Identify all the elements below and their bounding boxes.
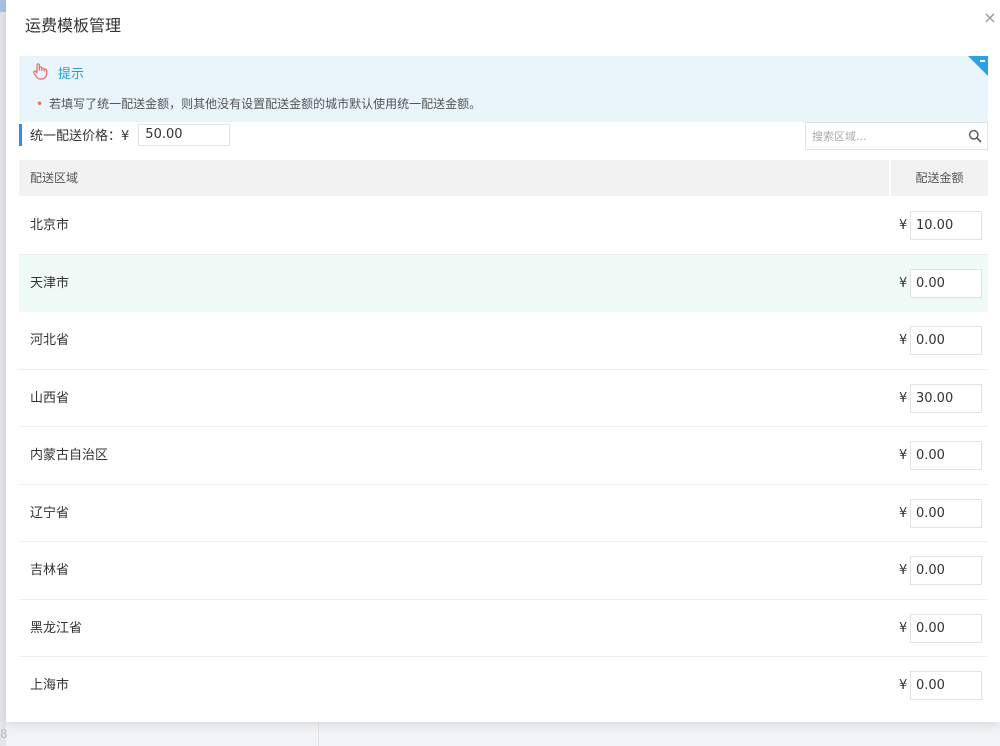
region-name: 河北省 — [30, 333, 70, 348]
uniform-price-marker — [19, 123, 22, 146]
region-name: 辽宁省 — [30, 505, 70, 521]
tip-header: 提示 — [30, 62, 84, 82]
table-row: 吉林省 ¥ — [19, 542, 988, 600]
uniform-price-label: 统一配送价格：¥ — [30, 129, 130, 144]
table-row: 山西省 ¥ — [19, 370, 988, 427]
region-name: 上海市 — [30, 678, 70, 693]
uniform-price-currency: ¥ — [121, 129, 130, 144]
currency-symbol: ¥ — [899, 505, 908, 521]
table-row: 天津市 ¥ — [19, 254, 988, 312]
column-header-region: 配送区域 — [19, 160, 889, 196]
currency-symbol: ¥ — [899, 333, 908, 348]
table-row: 内蒙古自治区 ¥ — [19, 427, 988, 485]
table-row: 河北省 ¥ — [19, 312, 988, 370]
table-row: 北京市 ¥ — [19, 197, 988, 255]
amount-input[interactable] — [910, 441, 982, 470]
region-name: 山西省 — [30, 390, 70, 406]
column-header-amount: 配送金额 — [891, 160, 988, 196]
amount-input[interactable] — [910, 556, 982, 585]
currency-symbol: ¥ — [899, 390, 908, 406]
tip-bullet: • — [36, 97, 44, 111]
background-page-number: 8 — [0, 727, 8, 741]
currency-symbol: ¥ — [899, 678, 908, 693]
tip-corner-badge[interactable] — [968, 56, 988, 76]
region-search-input[interactable] — [806, 123, 961, 149]
amount-input[interactable] — [910, 211, 982, 240]
region-name: 黑龙江省 — [30, 620, 83, 636]
uniform-price-input[interactable] — [138, 123, 231, 146]
table-header: 配送区域 配送金额 — [19, 160, 988, 196]
currency-symbol: ¥ — [899, 275, 908, 291]
region-name: 天津市 — [30, 275, 70, 291]
table-row: 黑龙江省 ¥ — [19, 600, 988, 657]
background-divider — [318, 722, 319, 746]
modal-title: 运费模板管理 — [25, 16, 122, 35]
tip-title: 提示 — [58, 66, 85, 82]
currency-symbol: ¥ — [899, 563, 908, 578]
table-row: 上海市 ¥ — [19, 657, 988, 715]
tip-text: 若填写了统一配送金额，则其他没有设置配送金额的城市默认使用统一配送金额。 — [49, 97, 482, 111]
currency-symbol: ¥ — [899, 620, 908, 636]
amount-input[interactable] — [910, 498, 982, 528]
close-button[interactable]: × — [980, 8, 1000, 28]
tip-box: 提示 • 若填写了统一配送金额，则其他没有设置配送金额的城市默认使用统一配送金额。 — [19, 56, 988, 122]
collapse-icon[interactable] — [980, 60, 985, 62]
amount-input[interactable] — [910, 268, 982, 298]
currency-symbol: ¥ — [899, 218, 908, 233]
tip-text-line: • 若填写了统一配送金额，则其他没有设置配送金额的城市默认使用统一配送金额。 — [36, 95, 481, 112]
uniform-price-row: 统一配送价格：¥ — [19, 122, 231, 147]
region-search-box — [805, 122, 988, 150]
search-icon[interactable] — [968, 129, 982, 143]
region-name: 北京市 — [30, 218, 70, 233]
shipping-template-modal: 运费模板管理 × 提示 • 若填写了统一配送金额，则其他没有设置配送金额的城市默认… — [6, 0, 1000, 722]
currency-symbol: ¥ — [899, 448, 908, 463]
region-table-body: 北京市 ¥ 天津市 ¥ 河北省 ¥ 山西省 ¥ 内蒙古自治区 ¥ 辽宁省 ¥ — [19, 197, 988, 715]
amount-input[interactable] — [910, 326, 982, 355]
pointing-hand-icon — [33, 63, 48, 80]
region-name: 内蒙古自治区 — [30, 448, 109, 463]
table-row: 辽宁省 ¥ — [19, 485, 988, 542]
region-name: 吉林省 — [30, 563, 70, 578]
amount-input[interactable] — [910, 671, 982, 700]
amount-input[interactable] — [910, 613, 982, 643]
amount-input[interactable] — [910, 383, 982, 413]
